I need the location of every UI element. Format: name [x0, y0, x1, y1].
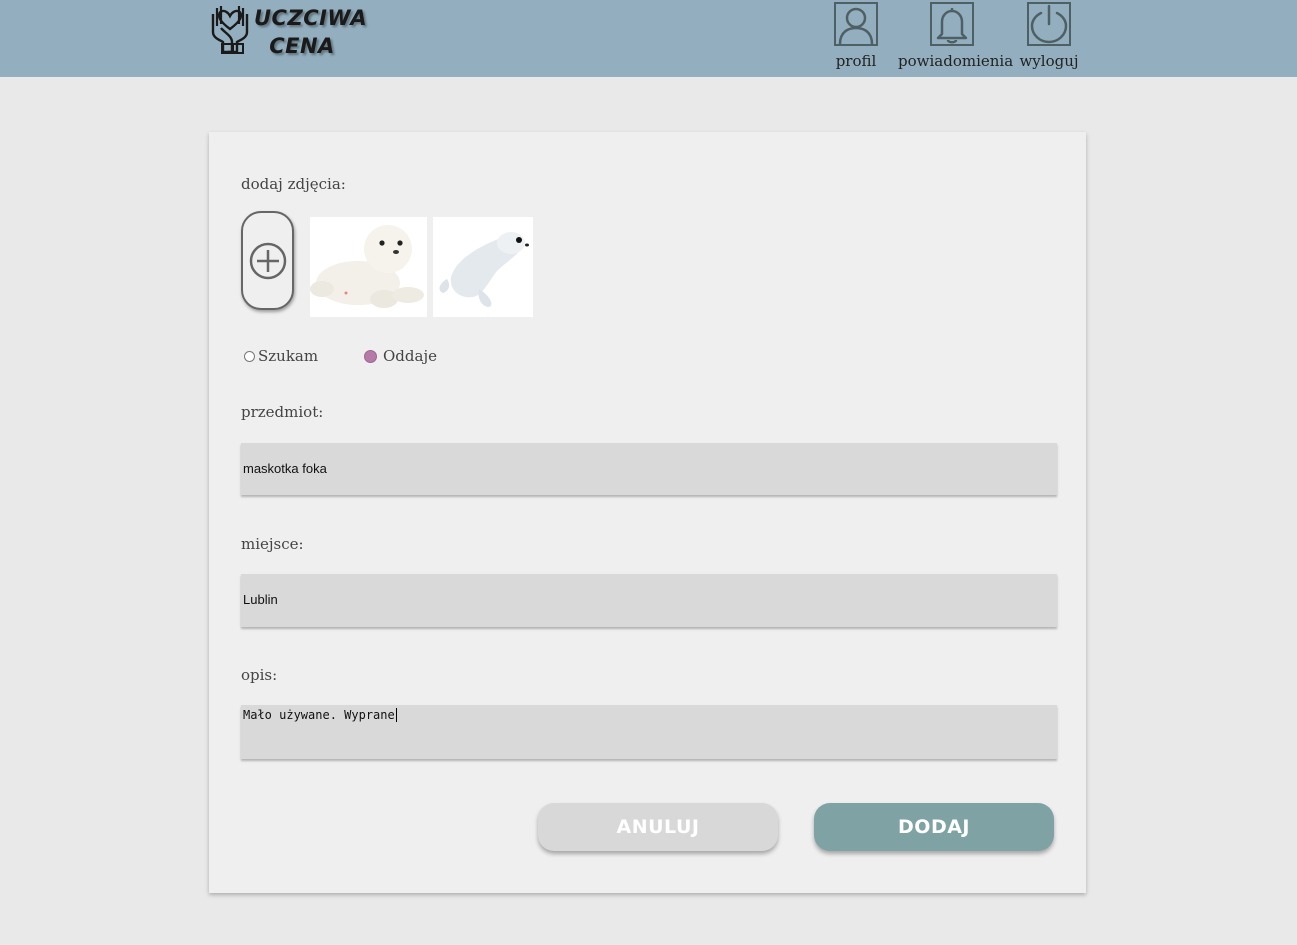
text-caret [395, 708, 397, 722]
place-label: miejsce: [241, 535, 304, 553]
place-input[interactable]: Lublin [241, 574, 1057, 627]
radio-label-szukam: Szukam [258, 347, 319, 365]
seal-plush-image [310, 217, 427, 317]
radio-oddaje[interactable]: Oddaje [364, 347, 437, 365]
logo-line-2: CENA [269, 34, 335, 58]
description-value-wrapper: Mało używane. Wyprane [243, 708, 397, 722]
nav-label-profile: profil [835, 52, 877, 70]
nav-notifications[interactable]: powiadomienia [898, 2, 1014, 70]
plus-circle-icon [249, 242, 286, 279]
item-label: przedmiot: [241, 403, 324, 421]
logo[interactable]: UCZCIWA CENA [208, 2, 368, 60]
add-photo-button[interactable] [241, 211, 294, 310]
profile-icon-box[interactable] [834, 2, 878, 46]
place-input-value: Lublin [243, 592, 278, 607]
seal-plush-image [433, 217, 533, 317]
logout-icon-box[interactable] [1027, 2, 1071, 46]
photo-thumbnail[interactable] [310, 217, 427, 317]
hands-heart-icon [211, 6, 249, 54]
cancel-button[interactable]: ANULUJ [538, 803, 778, 851]
description-textarea[interactable]: Mało używane. Wyprane [241, 705, 1057, 759]
submit-button[interactable]: DODAJ [814, 803, 1054, 851]
radio-circle-oddaje[interactable] [364, 349, 377, 363]
power-icon [1030, 4, 1068, 44]
logo-text: UCZCIWA CENA [254, 4, 368, 60]
nav-label-logout: wyloguj [1019, 52, 1079, 70]
top-bar: UCZCIWA CENA profil powiadomienia wylogu… [0, 0, 1297, 77]
radio-circle-szukam[interactable] [244, 350, 255, 362]
photo-thumbnail[interactable] [433, 217, 533, 317]
notifications-icon-box[interactable] [930, 2, 974, 46]
nav-logout[interactable]: wyloguj [1018, 2, 1080, 70]
photos-label: dodaj zdjęcia: [241, 175, 346, 193]
item-input[interactable]: maskotka foka [241, 443, 1057, 495]
user-icon [838, 7, 874, 44]
description-value: Mało używane. Wyprane [243, 708, 395, 722]
radio-label-oddaje: Oddaje [383, 347, 437, 365]
bell-icon [936, 8, 968, 44]
add-listing-form: dodaj zdjęcia: Szukam Oddaje przedmiot: … [209, 132, 1086, 893]
logo-line-1: UCZCIWA [254, 6, 368, 30]
description-label: opis: [241, 666, 278, 684]
item-input-value: maskotka foka [243, 461, 327, 476]
nav-label-notifications: powiadomienia [898, 52, 1014, 70]
radio-szukam[interactable]: Szukam [244, 347, 318, 365]
nav-profile[interactable]: profil [826, 2, 886, 70]
